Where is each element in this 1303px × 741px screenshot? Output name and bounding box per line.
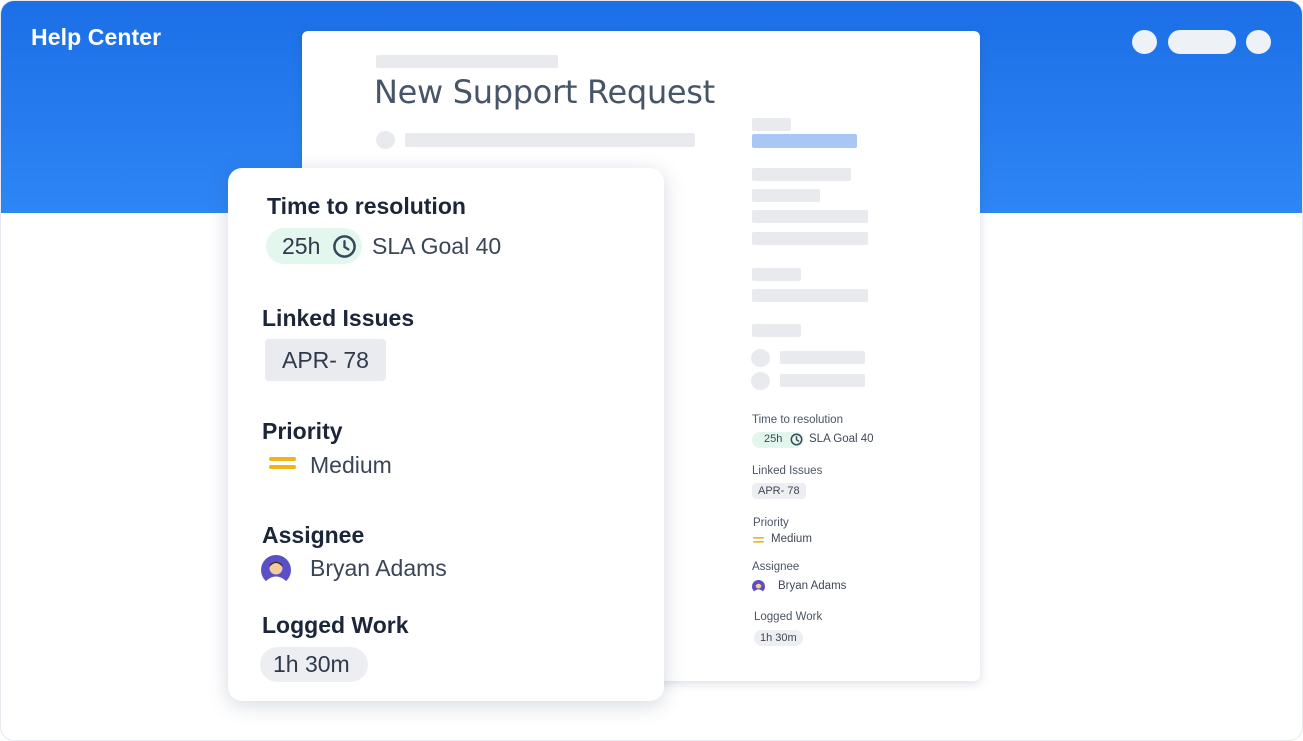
- mini-clock-icon: [790, 433, 803, 446]
- placeholder-bar: [752, 232, 868, 245]
- sla-hours: 25h: [282, 233, 321, 259]
- document-title: New Support Request: [374, 73, 715, 111]
- logged-work-value: 1h 30m: [273, 651, 350, 677]
- sla-hours-chip: 25h: [266, 228, 362, 264]
- placeholder-bar: [376, 55, 558, 68]
- placeholder-circle: [751, 349, 770, 367]
- mini-sla-text: SLA Goal 40: [809, 433, 874, 445]
- avatar: [261, 555, 291, 585]
- app-frame: Help Center New Support Request Time to …: [0, 0, 1303, 741]
- sla-goal-text: SLA Goal 40: [372, 233, 502, 259]
- linked-issue-key: APR- 78: [282, 347, 369, 373]
- window-control-pill[interactable]: [1168, 30, 1236, 54]
- placeholder-bar: [752, 118, 791, 131]
- logged-work-label: Logged Work: [262, 612, 409, 638]
- help-center-title[interactable]: Help Center: [31, 24, 161, 51]
- placeholder-bar: [752, 268, 801, 281]
- mini-issue-chip[interactable]: APR- 78: [752, 483, 806, 499]
- placeholder-circle: [751, 372, 770, 390]
- linked-issues-label: Linked Issues: [262, 305, 415, 331]
- linked-issue-chip[interactable]: APR- 78: [265, 339, 386, 381]
- window-control-dot[interactable]: [1246, 30, 1271, 54]
- mini-priority-label: Priority: [753, 517, 789, 529]
- placeholder-bar: [780, 351, 865, 364]
- mini-priority-medium-icon: [753, 537, 764, 543]
- priority-medium-icon: [269, 455, 296, 471]
- placeholder-bar: [752, 289, 868, 302]
- mini-priority-value: Medium: [771, 533, 812, 545]
- placeholder-bar: [752, 324, 801, 337]
- placeholder-bar-highlight: [752, 134, 857, 148]
- placeholder-bar: [752, 210, 868, 223]
- logged-work-chip: 1h 30m: [260, 647, 368, 682]
- priority-label: Priority: [262, 418, 343, 444]
- assignee-label: Assignee: [262, 522, 365, 548]
- mini-avatar: [752, 580, 765, 593]
- mini-time-label: Time to resolution: [752, 414, 843, 426]
- placeholder-bar: [752, 189, 820, 202]
- placeholder-circle: [376, 131, 395, 149]
- time-to-resolution-label: Time to resolution: [267, 193, 466, 219]
- assignee-name[interactable]: Bryan Adams: [310, 555, 447, 582]
- mini-logged-chip: 1h 30m: [754, 630, 803, 646]
- clock-icon: [333, 235, 356, 258]
- priority-value[interactable]: Medium: [310, 452, 392, 479]
- window-control-dot[interactable]: [1132, 30, 1157, 54]
- mini-logged-label: Logged Work: [754, 611, 823, 623]
- mini-sla-hours: 25h: [764, 433, 783, 445]
- mini-linked-label: Linked Issues: [752, 465, 823, 477]
- mini-assignee-name: Bryan Adams: [778, 580, 847, 592]
- placeholder-bar: [780, 374, 865, 387]
- placeholder-bar: [405, 133, 695, 147]
- placeholder-bar: [752, 168, 851, 181]
- mini-assignee-label: Assignee: [752, 561, 800, 573]
- request-details-card: Time to resolution 25h SLA Goal 40 Linke…: [228, 168, 664, 701]
